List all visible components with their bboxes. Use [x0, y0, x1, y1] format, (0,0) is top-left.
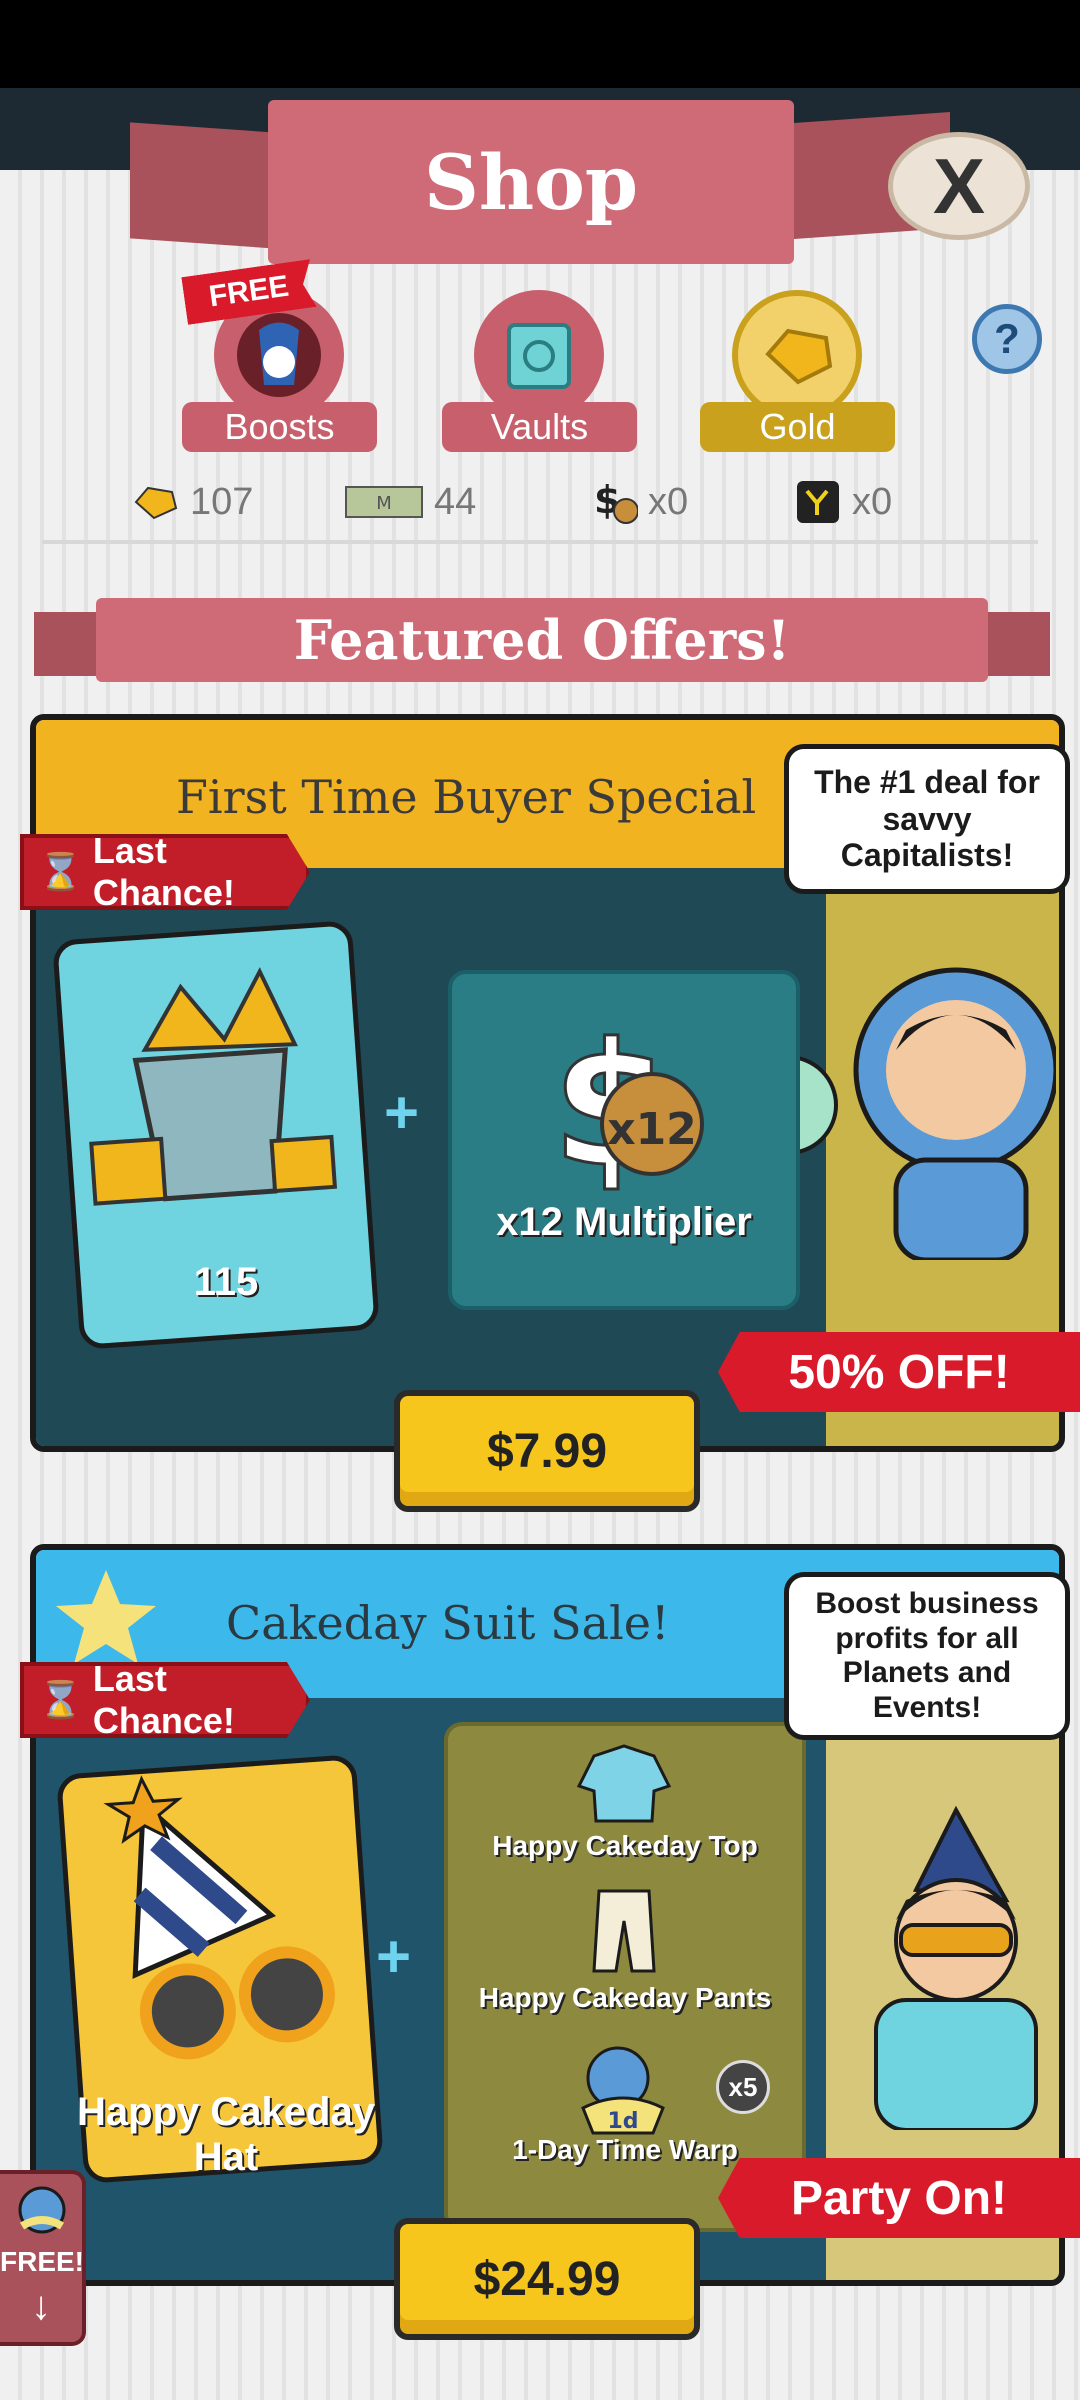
multiplier-caption: x12 Multiplier [496, 1200, 752, 1244]
section-title: Featured Offers! [96, 598, 988, 682]
discount-ribbon: 50% OFF! [718, 1332, 1080, 1412]
currency-money-bag: $ x0 [590, 474, 688, 530]
hourglass-icon: ⌛ [38, 851, 83, 892]
megabucks-icon: M [344, 482, 424, 522]
gold-amount: 115 [193, 1260, 259, 1304]
speech-bubble: Boost business profits for all Planets a… [784, 1572, 1070, 1740]
party-hat-caption: Happy Cakeday Hat [77, 2090, 375, 2179]
money-bag-count: x0 [648, 480, 689, 523]
gold-gem-icon [132, 482, 180, 522]
capitalist-party-character-icon [806, 1800, 1059, 2132]
time-warp-icon: 1d [581, 2046, 665, 2135]
tab-boosts-label: Boosts [182, 402, 377, 452]
tab-vaults-label: Vaults [442, 402, 637, 452]
divider [42, 540, 1038, 544]
offer-title: Cakeday Suit Sale! [226, 1596, 670, 1650]
plus-icon: + [384, 1079, 420, 1146]
suit-pants-caption: Happy Cakeday Pants [478, 1982, 772, 2013]
last-chance-label: Last Chance! [92, 1658, 235, 1741]
suit-top-icon [576, 1744, 672, 1823]
boost-icon [18, 2186, 66, 2234]
down-arrow-icon: ↓ [31, 2284, 51, 2328]
party-hat-icon [103, 1775, 335, 2060]
offer-title: First Time Buyer Special [176, 770, 757, 824]
multiplier-icon: $x12 [551, 1006, 704, 1207]
plus-icon: + [376, 1923, 412, 1990]
last-chance-badge: ⌛ Last Chance! [20, 1662, 310, 1738]
free-tab-label: FREE! [0, 2246, 84, 2277]
timewarp-count: x0 [852, 480, 893, 523]
tab-gold[interactable]: Gold [700, 290, 895, 460]
tab-boosts[interactable]: FREE Boosts [182, 290, 377, 460]
title-banner-left-wing [130, 122, 290, 250]
promo-ribbon: Party On! [718, 2158, 1080, 2238]
last-chance-label: Last Chance! [92, 830, 235, 913]
gold-count: 107 [190, 480, 254, 523]
money-bag-icon: $ [590, 478, 638, 524]
tab-gold-label: Gold [700, 402, 895, 452]
megabucks-count: 44 [434, 480, 477, 523]
currency-timewarp: x0 [794, 474, 892, 530]
tab-vaults[interactable]: Vaults [442, 290, 637, 460]
multiplier-card: $x12 [448, 970, 800, 1310]
suit-items-card: Happy Cakeday Top Happy Cakeday Pants 1d… [444, 1722, 806, 2232]
gold-bucket-icon [89, 967, 338, 1206]
suit-pants-icon [592, 1889, 656, 1973]
currency-gold: 107 [132, 474, 253, 530]
timewarp-icon [794, 481, 842, 523]
free-side-tab[interactable]: FREE! ↓ [0, 2170, 86, 2346]
help-button[interactable]: ? [972, 304, 1042, 374]
capitalist-character-icon [836, 960, 1059, 1263]
svg-text:x12: x12 [607, 1104, 697, 1155]
hourglass-icon: ⌛ [38, 1679, 83, 1720]
last-chance-badge: ⌛ Last Chance! [20, 834, 310, 910]
svg-text:M: M [376, 493, 392, 514]
buy-button-first-time[interactable]: $7.99 [394, 1390, 700, 1512]
suit-top-caption: Happy Cakeday Top [492, 1830, 758, 1861]
currency-megabucks: M 44 [344, 474, 476, 530]
star-decoration-icon [56, 1570, 156, 1664]
gold-icon [732, 290, 862, 420]
svg-text:1d: 1d [607, 2109, 638, 2134]
speech-bubble: The #1 deal for savvy Capitalists! [784, 744, 1070, 894]
close-button[interactable]: X [888, 132, 1030, 240]
vault-icon [474, 290, 604, 420]
buy-button-cakeday[interactable]: $24.99 [394, 2218, 700, 2340]
page-title: Shop [268, 100, 794, 264]
count-badge: x5 [716, 2060, 770, 2114]
